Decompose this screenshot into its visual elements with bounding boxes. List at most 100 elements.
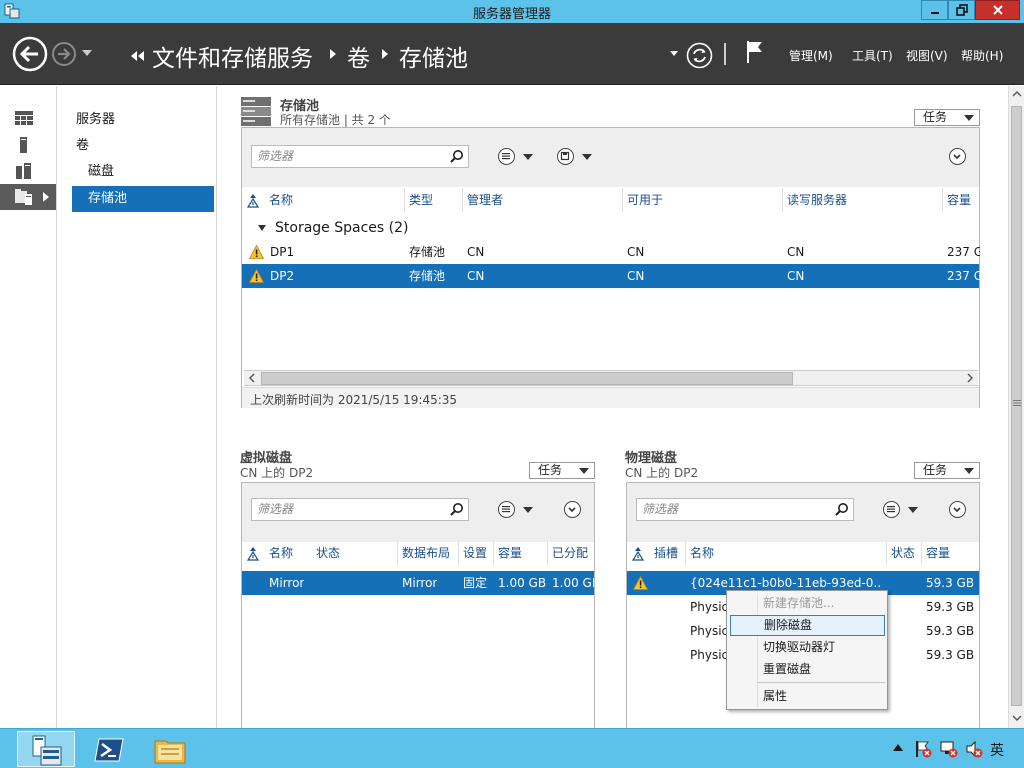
- vdisks-list-options-button[interactable]: [498, 501, 515, 518]
- column-divider: [685, 541, 686, 565]
- pdisks-tasks-button[interactable]: 任务: [914, 462, 980, 479]
- left-icon-rail: [0, 86, 57, 728]
- col-header-capacity[interactable]: 容量: [498, 541, 543, 565]
- tree-item-servers[interactable]: 服务器: [72, 107, 214, 133]
- tree-item-storage-pools[interactable]: 存储池: [72, 186, 214, 212]
- breadcrumb-overflow-icon[interactable]: [131, 51, 145, 61]
- col-header-name[interactable]: 名称: [690, 541, 880, 565]
- pdisks-list-options-button[interactable]: [883, 501, 900, 518]
- pdisks-filter-input[interactable]: 筛选器: [636, 498, 854, 521]
- notification-flag-icon[interactable]: [745, 40, 765, 64]
- tree-item-volumes[interactable]: 卷: [72, 133, 214, 159]
- pdisk-capacity: 59.3 GB: [926, 600, 975, 614]
- last-refresh-text: 上次刷新时间为 2021/5/15 19:45:35: [250, 393, 458, 407]
- table-row[interactable]: DP1 存储池 CN CN CN 237 G: [242, 240, 980, 264]
- menu-view[interactable]: 视图(V): [906, 47, 948, 64]
- breadcrumb-item-volumes[interactable]: 卷: [347, 39, 370, 73]
- scrollbar-thumb[interactable]: [261, 372, 793, 385]
- table-row-selected[interactable]: DP2 存储池 CN CN CN 237 G: [242, 264, 980, 288]
- pools-save-query-button[interactable]: [557, 148, 574, 165]
- table-row-selected[interactable]: Mirror Mirror 固定 1.00 GB 1.00 GB: [242, 571, 594, 595]
- col-header-slot[interactable]: 插槽: [654, 541, 684, 565]
- scroll-right-arrow[interactable]: [962, 371, 978, 385]
- breadcrumb-item-file-storage[interactable]: 文件和存储服务: [152, 39, 313, 73]
- col-header-layout[interactable]: 数据布局: [402, 541, 457, 565]
- minimize-button[interactable]: [921, 0, 948, 20]
- input-method-indicator[interactable]: 英: [990, 740, 1004, 760]
- menu-help[interactable]: 帮助(H): [961, 47, 1003, 64]
- chevron-down-icon[interactable]: [582, 154, 592, 160]
- close-button[interactable]: [975, 0, 1020, 20]
- vdisks-expand-button[interactable]: [564, 501, 581, 518]
- vdisks-filter-input[interactable]: 筛选器: [251, 498, 469, 521]
- forward-arrow-icon[interactable]: [51, 41, 77, 67]
- chevron-down-icon[interactable]: [523, 154, 533, 160]
- scroll-left-arrow[interactable]: [244, 371, 260, 385]
- rail-item-file-storage[interactable]: [0, 184, 56, 210]
- maximize-button[interactable]: [948, 0, 975, 20]
- search-icon[interactable]: [450, 502, 464, 516]
- pool-rw-server: CN: [787, 269, 805, 283]
- menu-tools[interactable]: 工具(T): [852, 47, 893, 64]
- taskbar-file-explorer[interactable]: [141, 731, 199, 767]
- scrollbar-thumb[interactable]: [1011, 106, 1022, 706]
- menu-manage[interactable]: 管理(M): [789, 47, 833, 64]
- col-header-name[interactable]: 名称: [269, 188, 399, 212]
- chevron-down-icon[interactable]: [1012, 714, 1022, 722]
- pools-filter-input[interactable]: 筛选器: [251, 145, 469, 168]
- search-icon[interactable]: [450, 149, 464, 163]
- taskbar-server-manager[interactable]: [17, 731, 75, 767]
- col-header-allocated[interactable]: 已分配: [552, 541, 594, 565]
- vdisks-tasks-button[interactable]: 任务: [529, 462, 595, 479]
- col-header-rw-server[interactable]: 读写服务器: [787, 188, 937, 212]
- col-header-name[interactable]: 名称: [269, 541, 309, 565]
- tree-item-disks[interactable]: 磁盘: [72, 159, 214, 185]
- chevron-down-icon[interactable]: [908, 507, 918, 513]
- volume-muted-icon[interactable]: [965, 740, 983, 758]
- pools-list-options-button[interactable]: [498, 148, 515, 165]
- pools-expand-button[interactable]: [949, 148, 966, 165]
- col-header-provisioning[interactable]: 设置: [463, 541, 493, 565]
- col-header-available-to[interactable]: 可用于: [627, 188, 777, 212]
- pools-horizontal-scrollbar[interactable]: [244, 370, 978, 386]
- pdisks-section-subtitle: CN 上的 DP2: [625, 466, 699, 480]
- group-row-storage-spaces[interactable]: Storage Spaces (2): [242, 216, 979, 240]
- network-flag-icon[interactable]: [914, 740, 932, 758]
- show-hidden-icons-icon[interactable]: [893, 744, 903, 751]
- pool-managed-by: CN: [467, 269, 485, 283]
- window-title: 服务器管理器: [472, 7, 551, 22]
- pdisks-expand-button[interactable]: [949, 501, 966, 518]
- col-header-capacity[interactable]: 容量: [947, 188, 980, 212]
- notification-dropdown-icon[interactable]: [670, 51, 678, 56]
- col-header-capacity[interactable]: 容量: [926, 541, 971, 565]
- col-header-managed-by[interactable]: 管理者: [467, 188, 617, 212]
- rail-item-local-server[interactable]: [0, 132, 56, 158]
- chevron-down-icon[interactable]: [523, 507, 533, 513]
- col-header-type[interactable]: 类型: [409, 188, 459, 212]
- menu-item-properties[interactable]: 属性: [730, 686, 885, 707]
- menu-item-remove-disk[interactable]: 删除磁盘: [730, 615, 885, 636]
- column-divider: [462, 188, 463, 212]
- history-dropdown-icon[interactable]: [82, 50, 92, 56]
- rail-item-all-servers[interactable]: [0, 158, 56, 184]
- collapse-triangle-icon[interactable]: [258, 225, 266, 231]
- menu-item-toggle-drive-light[interactable]: 切换驱动器灯: [730, 637, 885, 658]
- col-header-status[interactable]: 状态: [891, 541, 921, 565]
- breadcrumb-separator: [330, 49, 336, 59]
- chevron-up-icon[interactable]: [1012, 90, 1022, 98]
- menu-item-reset-disk[interactable]: 重置磁盘: [730, 659, 885, 680]
- server-icon: [20, 137, 27, 153]
- column-divider: [397, 541, 398, 565]
- taskbar-powershell[interactable]: [80, 731, 138, 767]
- pools-tasks-button[interactable]: 任务: [914, 109, 980, 126]
- search-icon[interactable]: [835, 502, 849, 516]
- network-status-icon[interactable]: [940, 740, 958, 758]
- menu-item-new-storage-pool[interactable]: 新建存储池...: [730, 593, 885, 614]
- rail-item-dashboard[interactable]: [0, 106, 56, 132]
- content-vertical-scrollbar[interactable]: [1008, 86, 1024, 728]
- breadcrumb-item-storage-pools[interactable]: 存储池: [399, 39, 468, 73]
- col-header-status[interactable]: 状态: [316, 541, 396, 565]
- refresh-icon[interactable]: [686, 42, 713, 69]
- vdisk-allocated: 1.00 GB: [552, 576, 594, 590]
- back-arrow-icon[interactable]: [12, 36, 48, 72]
